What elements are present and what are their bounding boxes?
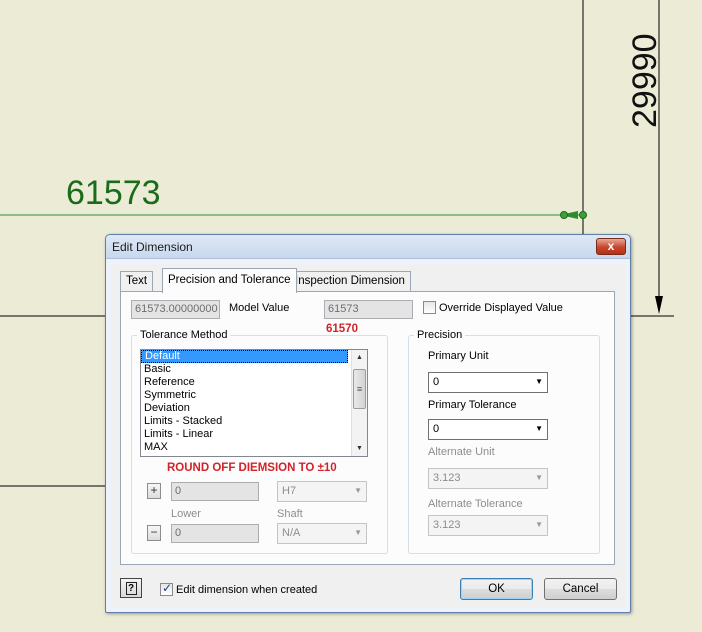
list-item[interactable]: Deviation <box>141 402 348 415</box>
precision-title: Precision <box>414 329 466 341</box>
alternate-tolerance-select[interactable]: 3.123 ▼ <box>428 515 548 536</box>
tolerance-method-title: Tolerance Method <box>137 329 231 341</box>
tab-text[interactable]: Text <box>120 271 154 291</box>
plus-icon: + <box>150 483 158 497</box>
alternate-unit-value: 3.123 <box>433 472 461 484</box>
alternate-tolerance-label: Alternate Tolerance <box>428 498 523 510</box>
tab-inspection-dimension[interactable]: Inspection Dimension <box>289 271 411 291</box>
chevron-down-icon: ▼ <box>354 486 362 495</box>
primary-tolerance-select[interactable]: 0 ▼ <box>428 419 548 440</box>
lower-label: Lower <box>171 508 201 520</box>
list-item[interactable]: MAX <box>141 441 348 454</box>
edit-when-created-label: Edit dimension when created <box>176 584 318 596</box>
scroll-thumb[interactable]: ≡ <box>353 369 366 409</box>
list-item[interactable]: Basic <box>141 363 348 376</box>
close-icon: x <box>607 239 615 253</box>
chevron-down-icon: ▼ <box>535 377 543 386</box>
primary-tolerance-value: 0 <box>433 423 440 435</box>
upper-tolerance-field[interactable]: 0 <box>171 482 259 501</box>
cancel-button[interactable]: Cancel <box>544 578 617 600</box>
hole-fit-value: H7 <box>282 485 297 497</box>
primary-unit-value: 0 <box>433 376 440 388</box>
shaft-fit-value: N/A <box>282 527 301 539</box>
round-off-annotation: ROUND OFF DIEMSION TO ±10 <box>167 462 337 474</box>
dialog-title: Edit Dimension <box>112 240 193 254</box>
hole-fit-select[interactable]: H7 ▼ <box>277 481 367 502</box>
horizontal-dimension-text[interactable]: 61573 <box>66 174 161 213</box>
tab-precision-label: Precision and Tolerance <box>168 274 291 286</box>
red-value-annotation: 61570 <box>326 323 358 335</box>
help-icon: ? <box>125 582 137 595</box>
override-displayed-value-label: Override Displayed Value <box>439 302 563 314</box>
chevron-down-icon: ▼ <box>354 528 362 537</box>
tab-precision-and-tolerance[interactable]: Precision and Tolerance <box>162 268 297 293</box>
plus-button[interactable]: + <box>147 483 161 499</box>
alternate-tolerance-value: 3.123 <box>433 519 461 531</box>
chevron-down-icon: ▼ <box>535 424 543 433</box>
dialog-titlebar[interactable]: Edit Dimension x <box>106 235 630 259</box>
list-scrollbar[interactable]: ▲ ≡ ▼ <box>351 350 367 456</box>
ok-button[interactable]: OK <box>460 578 533 600</box>
chevron-down-icon: ▼ <box>535 473 543 482</box>
dimension-arrow-head <box>655 296 663 314</box>
minus-button[interactable]: − <box>147 525 161 541</box>
vertical-dimension-text: 29990 <box>626 33 664 128</box>
scroll-down-icon[interactable]: ▼ <box>352 441 367 456</box>
list-item[interactable]: Limits - Linear <box>141 428 348 441</box>
alternate-unit-select[interactable]: 3.123 ▼ <box>428 468 548 489</box>
shaft-fit-select[interactable]: N/A ▼ <box>277 523 367 544</box>
list-item[interactable]: Symmetric <box>141 389 348 402</box>
alternate-unit-label: Alternate Unit <box>428 446 495 458</box>
chevron-down-icon: ▼ <box>535 520 543 529</box>
close-button[interactable]: x <box>596 238 626 255</box>
grip-point-left[interactable] <box>560 211 568 219</box>
list-item[interactable]: Default <box>141 350 348 363</box>
override-displayed-value-checkbox[interactable] <box>423 301 436 314</box>
lower-tolerance-field[interactable]: 0 <box>171 524 259 543</box>
displayed-value-field: 61573 <box>324 300 413 319</box>
edit-when-created-checkbox[interactable] <box>160 581 173 596</box>
vertical-dimension-label[interactable]: 29990 <box>604 33 684 128</box>
grip-point-right[interactable] <box>579 211 587 219</box>
minus-icon: − <box>150 525 158 539</box>
tab-inspection-label: Inspection Dimension <box>295 275 405 287</box>
primary-unit-label: Primary Unit <box>428 350 489 362</box>
primary-unit-select[interactable]: 0 ▼ <box>428 372 548 393</box>
help-button[interactable]: ? <box>120 578 142 598</box>
primary-tolerance-label: Primary Tolerance <box>428 399 517 411</box>
model-value-label: Model Value <box>229 302 290 314</box>
model-value-field: 61573.00000000 <box>131 300 220 319</box>
list-item[interactable]: Reference <box>141 376 348 389</box>
scroll-up-icon[interactable]: ▲ <box>352 350 367 365</box>
tab-text-label: Text <box>126 275 148 287</box>
shaft-label: Shaft <box>277 508 303 520</box>
tolerance-method-list[interactable]: Default Basic Reference Symmetric Deviat… <box>140 349 368 457</box>
list-item[interactable]: Limits - Stacked <box>141 415 348 428</box>
